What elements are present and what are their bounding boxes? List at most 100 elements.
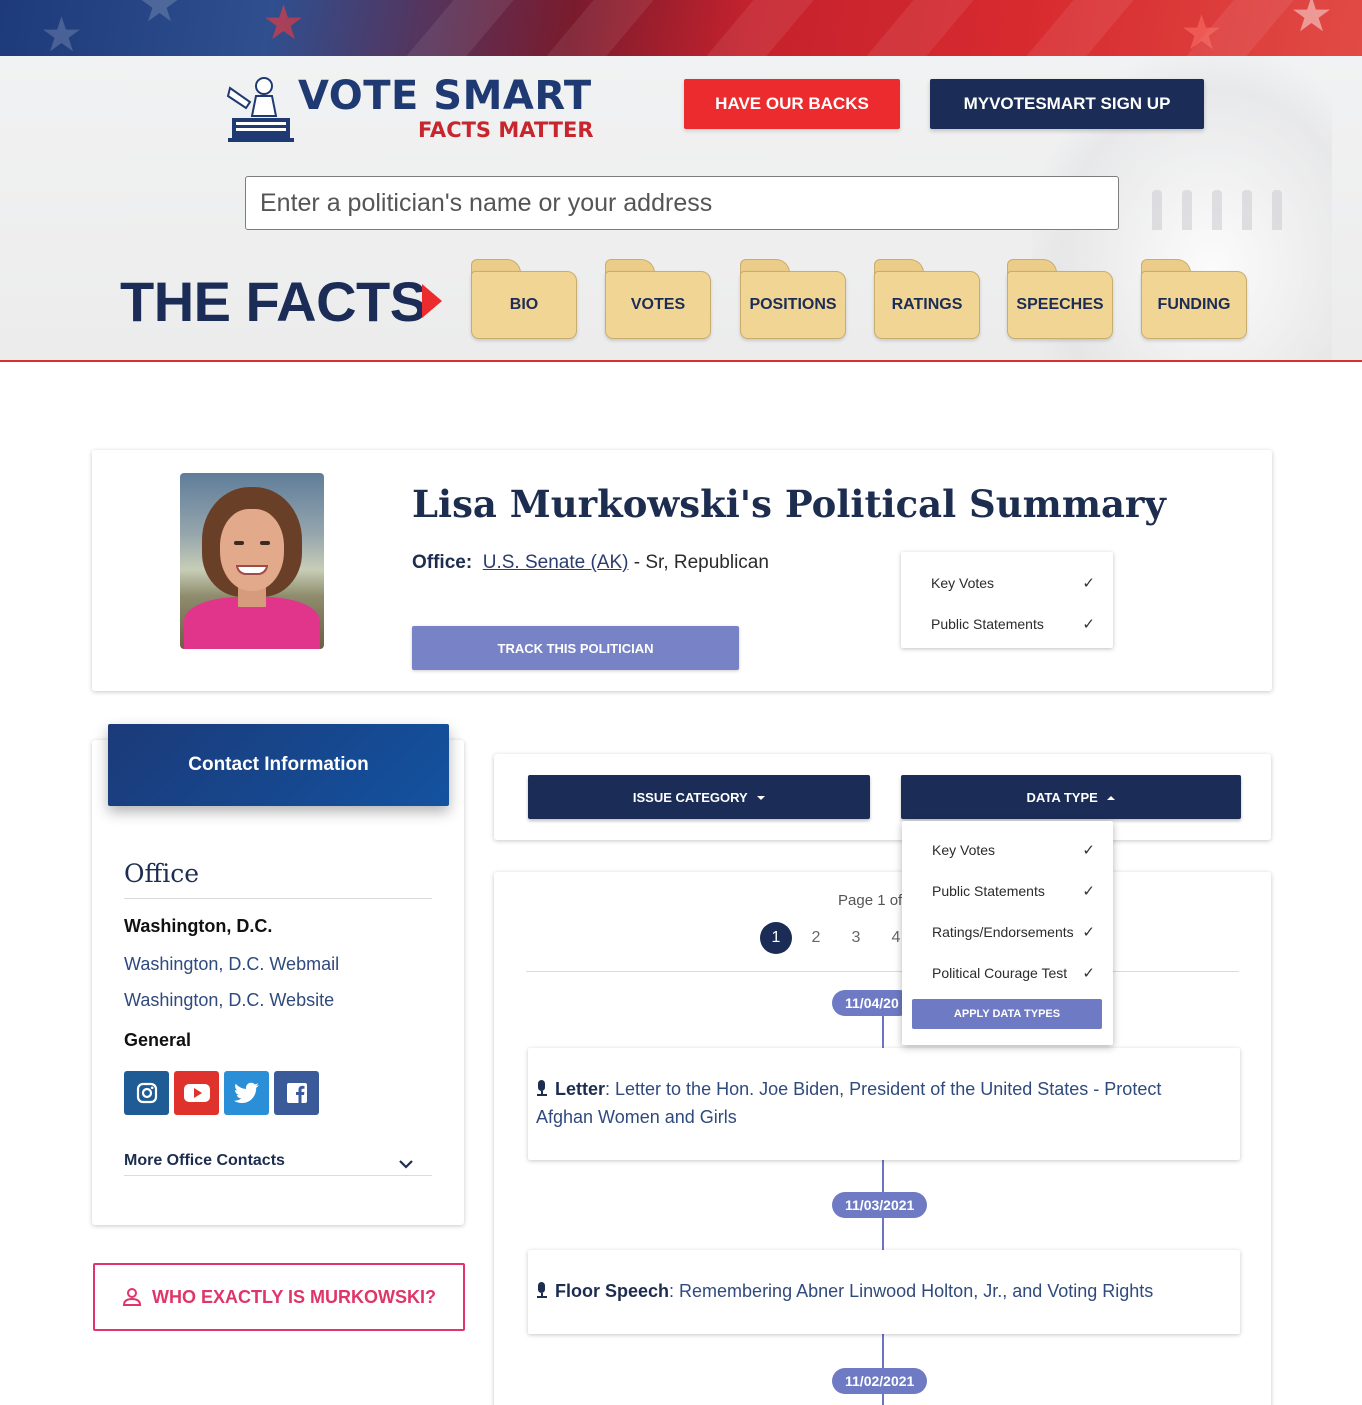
more-office-contacts-toggle[interactable]: More Office Contacts (124, 1146, 432, 1176)
contact-card: Office Washington, D.C. Washington, D.C.… (92, 740, 464, 1225)
issue-category-label: ISSUE CATEGORY (632, 789, 748, 805)
menu-item-political-courage-test[interactable]: Political Courage Test ✓ (902, 952, 1113, 993)
office-link[interactable]: U.S. Senate (AK) (483, 552, 629, 573)
politician-search-input[interactable] (245, 176, 1119, 230)
page-button[interactable]: 3 (840, 922, 872, 954)
political-summary-card: Lisa Murkowski's Political Summary Offic… (92, 450, 1272, 691)
data-type-menu: Key Votes ✓ Public Statements ✓ Ratings/… (902, 821, 1113, 1045)
tab-funding[interactable]: FUNDING (1141, 259, 1247, 341)
check-icon: ✓ (1082, 842, 1095, 859)
tab-label: VOTES (605, 271, 711, 339)
site-header: VOTE SMART FACTS MATTER HAVE OUR BACKS M… (0, 56, 1362, 362)
more-contacts-label: More Office Contacts (124, 1151, 285, 1169)
page-button[interactable]: 1 (760, 922, 792, 954)
page-title: Lisa Murkowski's Political Summary (412, 482, 1166, 526)
office-line: Office: U.S. Senate (AK) - Sr, Republica… (412, 552, 769, 574)
facebook-icon[interactable] (274, 1071, 319, 1115)
timeline-entry[interactable]: Letter: Letter to the Hon. Joe Biden, Pr… (528, 1048, 1240, 1160)
option-label: Political Courage Test (932, 964, 1068, 981)
caret-up-icon (1107, 796, 1116, 801)
instagram-icon[interactable] (124, 1071, 169, 1115)
date-badge: 11/02/2021 (832, 1368, 928, 1394)
have-our-backs-button[interactable]: HAVE OUR BACKS (684, 79, 900, 129)
menu-item-ratings-endorsements[interactable]: Ratings/Endorsements ✓ (902, 911, 1113, 952)
vote-smart-logo[interactable]: VOTE SMART FACTS MATTER (226, 72, 596, 146)
option-label: Key Votes (931, 574, 995, 591)
data-type-label: DATA TYPE (1026, 789, 1098, 805)
flag-banner: ★ ★ ★ ★ ★ (0, 0, 1362, 56)
data-type-option[interactable]: Key Votes ✓ (901, 562, 1113, 603)
apply-data-types-button[interactable]: APPLY DATA TYPES (912, 999, 1102, 1029)
chevron-down-icon (399, 1159, 413, 1169)
the-facts-heading: THE FACTS (120, 270, 427, 333)
check-icon: ✓ (1082, 965, 1095, 982)
data-type-dropdown[interactable]: DATA TYPE (901, 775, 1241, 819)
youtube-icon[interactable] (174, 1071, 219, 1115)
tab-label: POSITIONS (740, 271, 846, 339)
star-icon: ★ (1180, 7, 1224, 57)
track-politician-button[interactable]: TRACK THIS POLITICIAN (412, 626, 739, 670)
check-icon: ✓ (1082, 924, 1095, 941)
statements-timeline: Page 1 of 1 2 3 4 11/04/20 Letter: Lette… (494, 872, 1271, 1405)
tab-bio[interactable]: BIO (471, 259, 577, 341)
page-button[interactable]: 2 (800, 922, 832, 954)
tab-label: RATINGS (874, 271, 980, 339)
tab-speeches[interactable]: SPEECHES (1007, 259, 1113, 341)
menu-item-key-votes[interactable]: Key Votes ✓ (902, 829, 1113, 870)
check-icon: ✓ (1082, 883, 1095, 900)
check-icon: ✓ (1082, 616, 1095, 633)
option-label: Key Votes (932, 841, 996, 858)
caret-down-icon (757, 796, 766, 801)
who-button-label: WHO EXACTLY IS MURKOWSKI? (151, 1286, 436, 1307)
entry-text: : Remembering Abner Linwood Holton, Jr.,… (669, 1281, 1154, 1301)
logo-tagline: FACTS MATTER (418, 118, 594, 142)
entry-text: : Letter to the Hon. Joe Biden, Presiden… (536, 1079, 1162, 1127)
logo-title: VOTE SMART (298, 73, 592, 119)
microphone-icon (536, 1080, 547, 1096)
option-label: Ratings/Endorsements (932, 923, 1074, 940)
timeline-connector (882, 1016, 884, 1050)
data-type-summary-panel: Key Votes ✓ Public Statements ✓ (901, 552, 1113, 648)
timeline-entry[interactable]: Floor Speech: Remembering Abner Linwood … (528, 1250, 1240, 1334)
tab-label: FUNDING (1141, 271, 1247, 339)
office-heading: Office (124, 858, 432, 899)
tab-label: SPEECHES (1007, 271, 1113, 339)
microphone-icon (536, 1282, 547, 1298)
logo-figure-icon (226, 77, 294, 142)
who-is-murkowski-button[interactable]: WHO EXACTLY IS MURKOWSKI? (93, 1263, 465, 1331)
tab-label: BIO (471, 271, 577, 339)
tab-votes[interactable]: VOTES (605, 259, 711, 341)
tab-positions[interactable]: POSITIONS (740, 259, 846, 341)
star-icon: ★ (40, 9, 84, 57)
divider (526, 971, 1239, 972)
page-indicator: Page 1 of (838, 892, 903, 909)
twitter-icon[interactable] (224, 1071, 269, 1115)
filters-card: ISSUE CATEGORY DATA TYPE (494, 754, 1271, 840)
entry-type: Floor Speech (555, 1281, 670, 1301)
social-links (124, 1071, 319, 1115)
user-icon (122, 1288, 141, 1306)
entry-type: Letter (555, 1079, 606, 1099)
menu-item-public-statements[interactable]: Public Statements ✓ (902, 870, 1113, 911)
issue-category-dropdown[interactable]: ISSUE CATEGORY (528, 775, 870, 819)
check-icon: ✓ (1082, 575, 1095, 592)
option-label: Public Statements (932, 882, 1045, 899)
office-detail: - Sr, Republican (628, 552, 769, 573)
caret-right-icon (422, 284, 442, 318)
office-label: Office: (412, 552, 473, 573)
general-heading: General (124, 1030, 192, 1050)
office-location: Washington, D.C. (124, 916, 273, 936)
data-type-option[interactable]: Public Statements ✓ (901, 603, 1113, 644)
website-link[interactable]: Washington, D.C. Website (124, 990, 334, 1011)
option-label: Public Statements (931, 615, 1044, 632)
politician-photo (180, 473, 324, 649)
star-icon: ★ (262, 0, 306, 50)
webmail-link[interactable]: Washington, D.C. Webmail (124, 954, 339, 975)
tab-ratings[interactable]: RATINGS (874, 259, 980, 341)
myvotesmart-signup-button[interactable]: MYVOTESMART SIGN UP (930, 79, 1204, 129)
date-badge: 11/04/20 (832, 990, 912, 1016)
contact-information-header: Contact Information (108, 724, 449, 806)
star-icon: ★ (138, 0, 182, 32)
star-icon: ★ (1290, 0, 1334, 42)
pagination: 1 2 3 4 (760, 922, 912, 954)
